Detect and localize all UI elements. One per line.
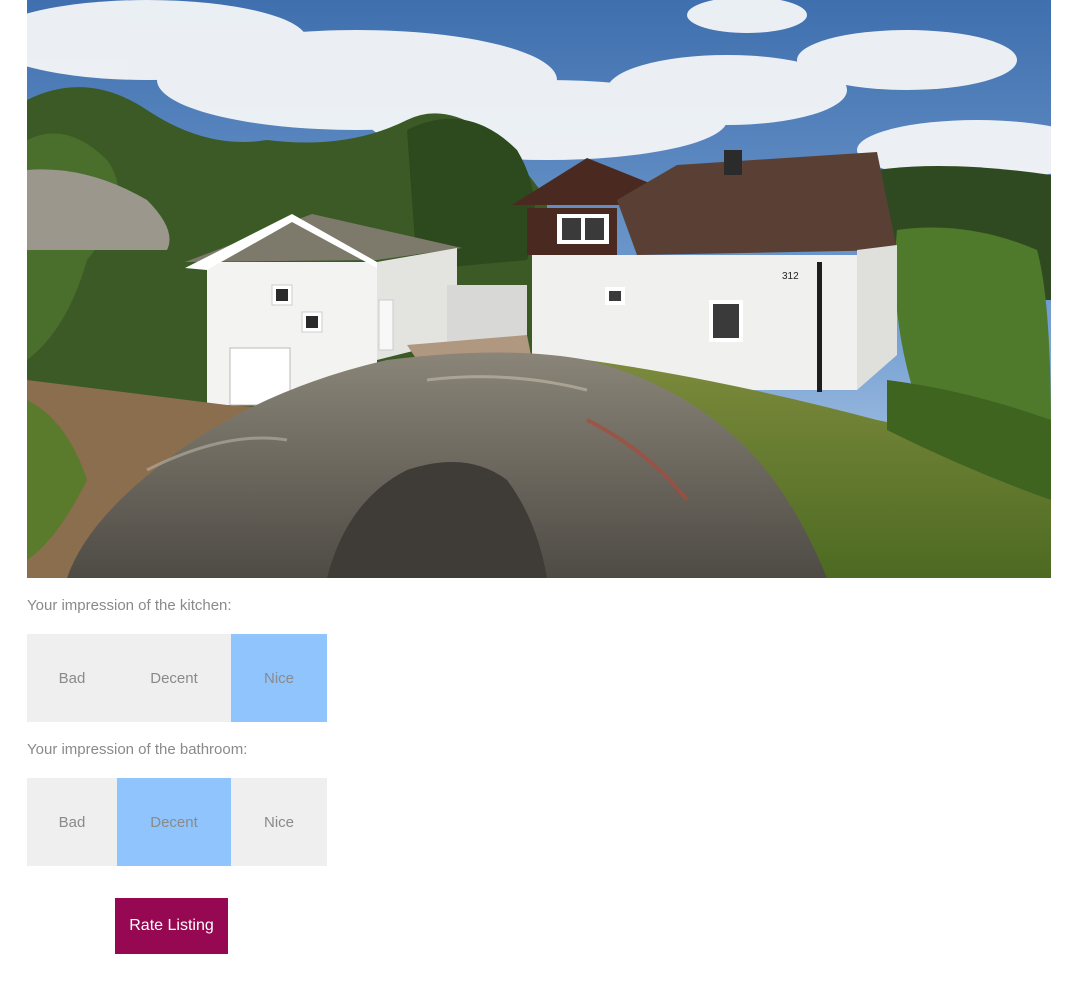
bathroom-option-bad[interactable]: Bad <box>27 778 117 866</box>
kitchen-option-nice[interactable]: Nice <box>231 634 327 722</box>
listing-photo: 312 <box>27 0 1051 578</box>
bathroom-question: Your impression of the bathroom: <box>27 741 248 758</box>
bathroom-option-nice[interactable]: Nice <box>231 778 327 866</box>
kitchen-option-decent[interactable]: Decent <box>117 634 231 722</box>
kitchen-question: Your impression of the kitchen: <box>27 597 232 614</box>
page: 312 Your impression of the kitchen: Bad … <box>0 0 1077 981</box>
kitchen-option-bad[interactable]: Bad <box>27 634 117 722</box>
bathroom-rating-group: Bad Decent Nice <box>27 778 327 866</box>
house-number: 312 <box>782 271 799 282</box>
bathroom-option-decent[interactable]: Decent <box>117 778 231 866</box>
rate-listing-button[interactable]: Rate Listing <box>115 898 228 954</box>
kitchen-rating-group: Bad Decent Nice <box>27 634 327 722</box>
